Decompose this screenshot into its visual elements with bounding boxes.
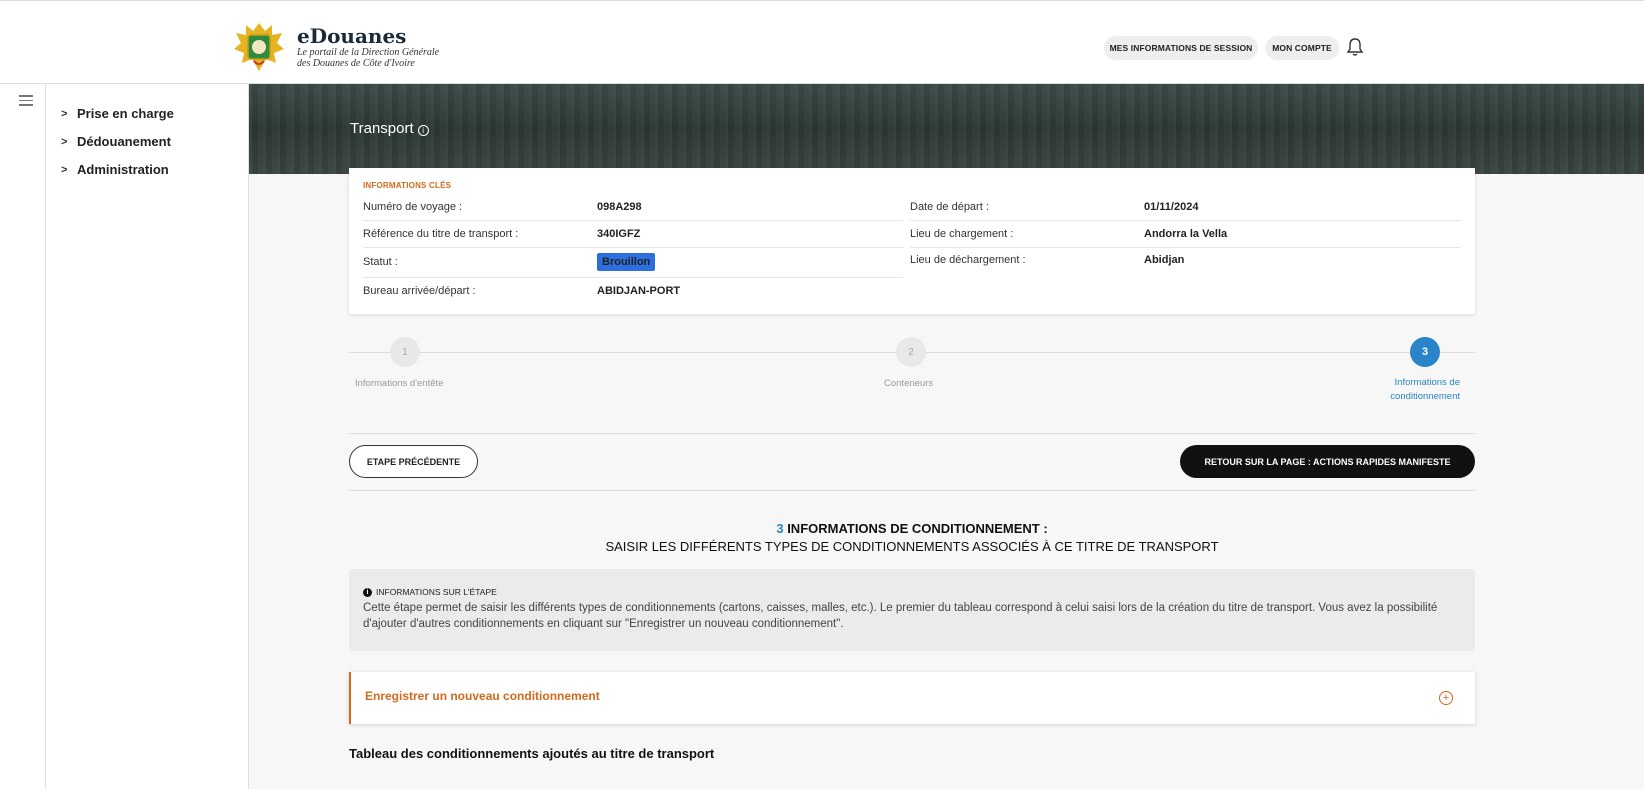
chevron-right-icon: > (61, 163, 68, 176)
banner-background-image (249, 84, 1644, 174)
session-info-button[interactable]: MES INFORMATIONS DE SESSION (1104, 36, 1258, 60)
step-1-label[interactable]: Informations d'entête (355, 378, 443, 389)
key-information-heading: INFORMATIONS CLÉS (363, 181, 452, 190)
section-subheading: SAISIR LES DIFFÉRENTS TYPES DE CONDITION… (605, 539, 1219, 554)
previous-step-button[interactable]: ETAPE PRÉCÉDENTE (349, 445, 478, 478)
kv-label: Numéro de voyage : (363, 200, 463, 213)
chevron-right-icon: > (61, 107, 68, 120)
kv-label: Statut : (363, 255, 398, 268)
kv-transport-reference: Référence du titre de transport : 340IGF… (363, 220, 903, 247)
step-3-circle[interactable]: 3 (1410, 337, 1440, 367)
sidebar: > Prise en charge > Dédouanement > Admin… (46, 84, 249, 789)
step-info-heading-text: INFORMATIONS SUR L'ÉTAPE (376, 587, 497, 597)
brand: eDouanes Le portail de la Direction Géné… (297, 25, 439, 69)
sidebar-item-label: Dédouanement (77, 134, 171, 149)
back-to-manifest-actions-button[interactable]: RETOUR SUR LA PAGE : ACTIONS RAPIDES MAN… (1180, 445, 1475, 478)
sidebar-item-dedouanement[interactable]: > Dédouanement (61, 134, 171, 149)
step-info-text: Cette étape permet de saisir les différe… (363, 602, 1438, 630)
section-title: 3 INFORMATIONS DE CONDITIONNEMENT : SAIS… (349, 520, 1475, 556)
step-info-box: i INFORMATIONS SUR L'ÉTAPE Cette étape p… (349, 569, 1475, 651)
kv-label: Lieu de déchargement : (910, 253, 1026, 266)
sidebar-item-label: Administration (77, 162, 169, 177)
page-banner: Transport i (249, 84, 1644, 174)
sidebar-item-label: Prise en charge (77, 106, 174, 121)
brand-subtitle-2: des Douanes de Côte d'Ivoire (297, 58, 415, 69)
step-3-label-line-1: Informations de (1394, 377, 1460, 388)
section-title-line-1: 3 INFORMATIONS DE CONDITIONNEMENT : (349, 520, 1475, 538)
kv-value: 01/11/2024 (1144, 200, 1199, 213)
info-icon: i (363, 587, 372, 597)
step-2-circle[interactable]: 2 (896, 337, 926, 367)
kv-label: Date de départ : (910, 200, 989, 213)
info-icon[interactable]: i (417, 124, 429, 136)
step-1-circle[interactable]: 1 (390, 337, 420, 367)
kv-voyage-number: Numéro de voyage : 098A298 (363, 193, 903, 220)
step-3-label[interactable]: Informations de conditionnement (1360, 376, 1460, 404)
page-title: Transport i (350, 120, 429, 137)
coat-of-arms-logo[interactable] (232, 21, 286, 73)
step-2-label[interactable]: Conteneurs (884, 378, 933, 389)
chevron-right-icon: > (61, 135, 68, 148)
kv-value: ABIDJAN-PORT (597, 284, 681, 297)
divider (349, 433, 1475, 434)
kv-unloading-place: Lieu de déchargement : Abidjan (910, 246, 1461, 273)
header: eDouanes Le portail de la Direction Géné… (0, 0, 1644, 84)
kv-value: Abidjan (1144, 253, 1185, 266)
brand-title: eDouanes (297, 24, 407, 48)
brand-subtitle-1: Le portail de la Direction Générale (297, 47, 440, 58)
sidebar-item-administration[interactable]: > Administration (61, 162, 169, 177)
kv-value: 098A298 (597, 200, 642, 213)
plus-circle-icon[interactable]: + (1439, 691, 1453, 705)
kv-value: 340IGFZ (597, 227, 641, 240)
step-info-heading: i INFORMATIONS SUR L'ÉTAPE (363, 587, 497, 597)
sidebar-item-prise-en-charge[interactable]: > Prise en charge (61, 106, 174, 121)
kv-value: Andorra la Vella (1144, 227, 1228, 240)
divider (349, 490, 1475, 491)
icon-rail (0, 84, 46, 789)
status-badge: Brouillon (597, 252, 656, 271)
section-number: 3 (776, 521, 784, 536)
kv-label: Bureau arrivée/départ : (363, 284, 476, 297)
new-packaging-accordion[interactable]: Enregistrer un nouveau conditionnement + (349, 672, 1475, 724)
kv-label: Lieu de chargement : (910, 227, 1014, 240)
kv-loading-place: Lieu de chargement : Andorra la Vella (910, 220, 1461, 247)
bell-icon[interactable] (1346, 37, 1364, 57)
hamburger-menu-icon[interactable] (19, 95, 33, 109)
page-title-text: Transport (350, 120, 414, 137)
kv-label: Référence du titre de transport : (363, 227, 519, 240)
step-3-label-line-2: conditionnement (1390, 391, 1460, 402)
key-information-card: INFORMATIONS CLÉS Numéro de voyage : 098… (349, 168, 1475, 314)
my-account-button[interactable]: MON COMPTE (1265, 36, 1339, 60)
packaging-table-title: Tableau des conditionnements ajoutés au … (349, 746, 715, 761)
kv-departure-date: Date de départ : 01/11/2024 (910, 193, 1461, 220)
accordion-label: Enregistrer un nouveau conditionnement (365, 689, 600, 703)
section-heading: INFORMATIONS DE CONDITIONNEMENT : (787, 521, 1048, 536)
kv-status: Statut : Brouillon (363, 248, 903, 275)
kv-office: Bureau arrivée/départ : ABIDJAN-PORT (363, 277, 903, 304)
